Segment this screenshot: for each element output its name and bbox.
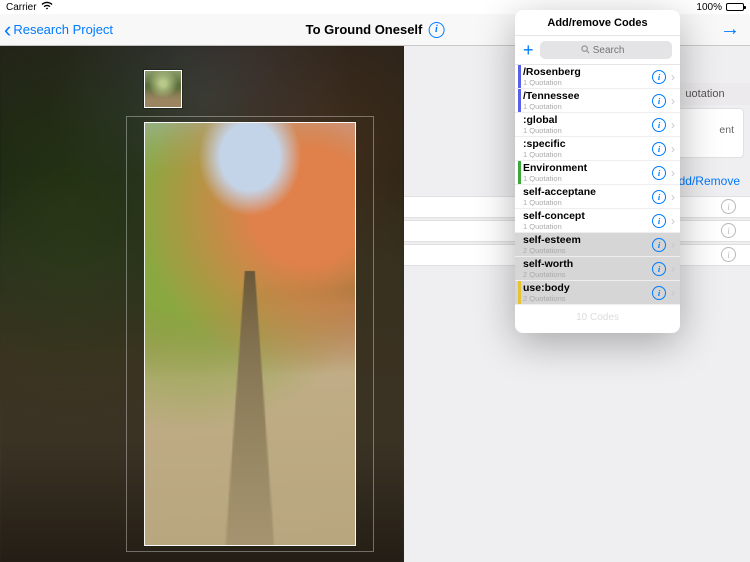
code-subtitle: 1 Quotation bbox=[523, 127, 652, 135]
photo-content bbox=[144, 122, 356, 546]
code-color-stripe bbox=[518, 233, 521, 256]
code-name: :global bbox=[523, 115, 652, 126]
info-icon[interactable]: i bbox=[428, 22, 444, 38]
code-name: /Tennessee bbox=[523, 91, 652, 102]
chevron-right-icon: › bbox=[671, 70, 675, 84]
code-row[interactable]: self-acceptane1 Quotationi › bbox=[515, 185, 680, 209]
code-subtitle: 1 Quotation bbox=[523, 175, 652, 183]
code-subtitle: 2 Quotations bbox=[523, 295, 652, 303]
code-subtitle: 1 Quotation bbox=[523, 151, 652, 159]
code-color-stripe bbox=[518, 185, 521, 208]
chevron-right-icon: › bbox=[671, 190, 675, 204]
add-remove-button[interactable]: Add/Remove bbox=[671, 174, 740, 188]
info-icon[interactable]: i bbox=[652, 142, 666, 156]
code-color-stripe bbox=[518, 281, 521, 304]
code-color-stripe bbox=[518, 209, 521, 232]
code-color-stripe bbox=[518, 257, 521, 280]
code-text: self-worth2 Quotations bbox=[523, 259, 652, 278]
code-name: self-esteem bbox=[523, 235, 652, 246]
code-text: self-esteem2 Quotations bbox=[523, 235, 652, 254]
battery-label: 100% bbox=[696, 2, 722, 13]
code-text: use:body2 Quotations bbox=[523, 283, 652, 302]
code-row[interactable]: :specific1 Quotationi › bbox=[515, 137, 680, 161]
code-text: Environment1 Quotation bbox=[523, 163, 652, 182]
code-text: :specific1 Quotation bbox=[523, 139, 652, 158]
chevron-right-icon: › bbox=[671, 94, 675, 108]
info-icon[interactable]: i bbox=[721, 223, 736, 238]
code-color-stripe bbox=[518, 65, 521, 88]
info-icon[interactable]: i bbox=[652, 94, 666, 108]
code-name: :specific bbox=[523, 139, 652, 150]
code-list: /Rosenberg1 Quotationi›/Tennessee1 Quota… bbox=[515, 65, 680, 305]
code-subtitle: 1 Quotation bbox=[523, 79, 652, 87]
forward-arrow-icon[interactable]: → bbox=[720, 18, 740, 41]
tabs-partial: ons bbox=[691, 0, 710, 2]
info-icon[interactable]: i bbox=[652, 166, 666, 180]
chevron-right-icon: › bbox=[671, 166, 675, 180]
code-subtitle: 1 Quotation bbox=[523, 199, 652, 207]
chevron-right-icon: › bbox=[671, 286, 675, 300]
code-text: self-concept1 Quotation bbox=[523, 211, 652, 230]
code-row[interactable]: self-concept1 Quotationi › bbox=[515, 209, 680, 233]
code-color-stripe bbox=[518, 113, 521, 136]
code-text: :global1 Quotation bbox=[523, 115, 652, 134]
search-field[interactable] bbox=[540, 41, 672, 59]
info-icon[interactable]: i bbox=[652, 238, 666, 252]
info-icon[interactable]: i bbox=[652, 214, 666, 228]
document-image-area[interactable] bbox=[0, 46, 404, 562]
code-name: self-concept bbox=[523, 211, 652, 222]
popover-title: Add/remove Codes bbox=[515, 10, 680, 36]
chevron-right-icon: › bbox=[671, 214, 675, 228]
search-input[interactable] bbox=[593, 45, 631, 56]
carrier-label: Carrier bbox=[6, 2, 37, 13]
code-name: self-worth bbox=[523, 259, 652, 270]
back-label: Research Project bbox=[13, 22, 113, 37]
code-subtitle: 2 Quotations bbox=[523, 271, 652, 279]
code-text: self-acceptane1 Quotation bbox=[523, 187, 652, 206]
add-code-button[interactable]: + bbox=[523, 41, 534, 59]
info-icon[interactable]: i bbox=[652, 190, 666, 204]
code-color-stripe bbox=[518, 137, 521, 160]
info-icon[interactable]: i bbox=[721, 199, 736, 214]
code-color-stripe bbox=[518, 161, 521, 184]
code-row[interactable]: self-worth2 Quotationsi › bbox=[515, 257, 680, 281]
chevron-right-icon: › bbox=[671, 262, 675, 276]
code-text: /Tennessee1 Quotation bbox=[523, 91, 652, 110]
code-name: /Rosenberg bbox=[523, 67, 652, 78]
search-icon bbox=[581, 45, 590, 56]
code-text: /Rosenberg1 Quotation bbox=[523, 67, 652, 86]
chevron-left-icon: ‹ bbox=[4, 19, 11, 41]
info-icon[interactable]: i bbox=[652, 118, 666, 132]
info-icon[interactable]: i bbox=[721, 247, 736, 262]
code-subtitle: 2 Quotations bbox=[523, 247, 652, 255]
code-subtitle: 1 Quotation bbox=[523, 223, 652, 231]
page-thumbnail[interactable] bbox=[144, 70, 182, 108]
info-icon[interactable]: i bbox=[652, 70, 666, 84]
battery-icon bbox=[726, 3, 744, 11]
chevron-right-icon: › bbox=[671, 142, 675, 156]
code-name: self-acceptane bbox=[523, 187, 652, 198]
code-row[interactable]: /Tennessee1 Quotationi › bbox=[515, 89, 680, 113]
code-color-stripe bbox=[518, 89, 521, 112]
code-row[interactable]: self-esteem2 Quotationsi › bbox=[515, 233, 680, 257]
codes-popover: Add/remove Codes + /Rosenberg1 Quotation… bbox=[515, 10, 680, 333]
code-name: Environment bbox=[523, 163, 652, 174]
code-row[interactable]: /Rosenberg1 Quotationi › bbox=[515, 65, 680, 89]
ent-partial: ent bbox=[719, 124, 734, 136]
code-row[interactable]: use:body2 Quotationsi › bbox=[515, 281, 680, 305]
quotation-selection[interactable] bbox=[126, 116, 374, 552]
info-icon[interactable]: i bbox=[652, 262, 666, 276]
chevron-right-icon: › bbox=[671, 118, 675, 132]
wifi-icon bbox=[41, 1, 53, 13]
code-name: use:body bbox=[523, 283, 652, 294]
code-row[interactable]: Environment1 Quotationi › bbox=[515, 161, 680, 185]
nav-title: To Ground Oneself i bbox=[306, 22, 445, 38]
code-row[interactable]: :global1 Quotationi › bbox=[515, 113, 680, 137]
popover-footer: 10 Codes bbox=[515, 305, 680, 333]
code-subtitle: 1 Quotation bbox=[523, 103, 652, 111]
info-icon[interactable]: i bbox=[652, 286, 666, 300]
chevron-right-icon: › bbox=[671, 238, 675, 252]
back-button[interactable]: ‹ Research Project bbox=[4, 19, 113, 41]
